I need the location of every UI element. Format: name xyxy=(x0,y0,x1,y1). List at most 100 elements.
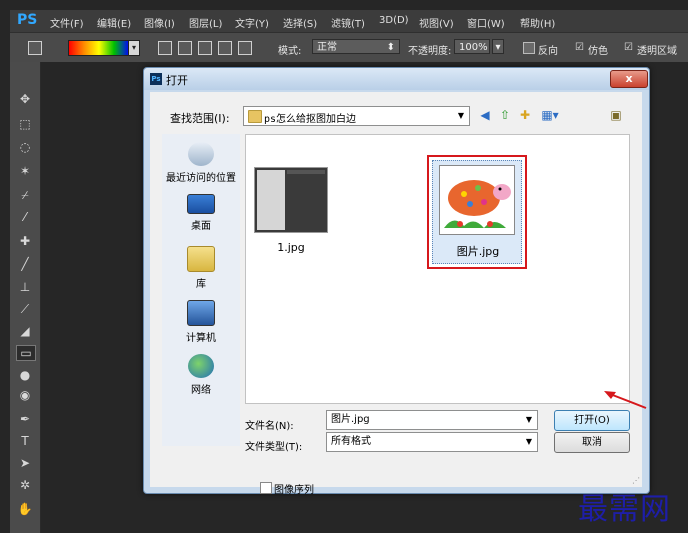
back-icon[interactable]: ◀ xyxy=(477,107,493,123)
options-bar: ▾ 模式: 正常 ⬍ 不透明度: 100% ▾ 反向 ☑ 仿色 ☑ 透明区域 xyxy=(10,32,688,64)
photoshop-logo: PS xyxy=(17,12,38,28)
place-recent[interactable]: 最近访问的位置 xyxy=(162,142,240,184)
file-thumbnail xyxy=(439,165,515,235)
dodge-tool-icon[interactable]: ◉ xyxy=(16,388,34,402)
tools-panel: ✥ ⬚ ◌ ✶ ⌿ ⁄ ✚ ╱ ⊥ ⟋ ◢ ▭ ● ◉ ✒ T ➤ ✲ ✋ xyxy=(10,62,41,533)
menu-layer[interactable]: 图层(L) xyxy=(189,15,222,30)
transparency-checkbox[interactable]: ☑ xyxy=(624,42,633,53)
filetype-value: 所有格式 xyxy=(331,436,371,447)
chevron-down-icon: ▼ xyxy=(457,111,464,120)
menu-bar: PS 文件(F) 编辑(E) 图像(I) 图层(L) 文字(Y) 选择(S) 滤… xyxy=(10,10,688,32)
menu-help[interactable]: 帮助(H) xyxy=(520,15,555,30)
up-folder-icon[interactable]: ⇧ xyxy=(497,107,513,123)
file-list: 1.jpg 图片.jpg xyxy=(245,134,630,404)
filetype-select[interactable]: 所有格式 ▼ xyxy=(326,432,538,452)
filename-value: 图片.jpg xyxy=(331,414,370,425)
mode-select[interactable]: 正常 ⬍ xyxy=(312,39,400,54)
menu-type[interactable]: 文字(Y) xyxy=(235,15,269,30)
pen-tool-icon[interactable]: ✒ xyxy=(16,412,34,426)
stamp-tool-icon[interactable]: ⊥ xyxy=(16,280,34,294)
place-desktop[interactable]: 桌面 xyxy=(162,194,240,232)
shape-tool-icon[interactable]: ✲ xyxy=(16,478,34,492)
menu-edit[interactable]: 编辑(E) xyxy=(97,15,131,30)
place-library-label: 库 xyxy=(196,279,206,290)
blur-tool-icon[interactable]: ● xyxy=(16,368,34,382)
filename-input[interactable]: 图片.jpg ▼ xyxy=(326,410,538,430)
place-recent-label: 最近访问的位置 xyxy=(166,173,236,184)
folder-icon xyxy=(248,110,262,123)
chevron-down-icon: ▼ xyxy=(525,437,532,446)
annotation-arrow-icon xyxy=(604,391,647,409)
place-computer[interactable]: 计算机 xyxy=(162,300,240,344)
reverse-checkbox[interactable] xyxy=(523,42,535,54)
file-item-1jpg[interactable]: 1.jpg xyxy=(248,159,334,269)
dialog-body: 查找范围(I): ps怎么给抠图加白边 ▼ ◀ ⇧ ✚ ▦▾ ▣ 最近访问的位置… xyxy=(150,92,642,496)
menu-file[interactable]: 文件(F) xyxy=(50,15,84,30)
selected-file-highlight[interactable]: 图片.jpg xyxy=(427,155,527,269)
path-selection-tool-icon[interactable]: ➤ xyxy=(16,456,34,470)
look-in-value: ps怎么给抠图加白边 xyxy=(264,114,357,125)
filename-label: 文件名(N): xyxy=(245,421,294,432)
menu-filter[interactable]: 滤镜(T) xyxy=(331,15,365,30)
computer-icon xyxy=(187,300,215,326)
type-tool-icon[interactable]: T xyxy=(16,434,34,448)
crop-tool-icon[interactable]: ⌿ xyxy=(16,188,34,202)
healing-brush-tool-icon[interactable]: ✚ xyxy=(16,234,34,248)
dialog-title-bar[interactable]: Ps 打开 x xyxy=(144,68,649,90)
linear-gradient-icon[interactable] xyxy=(158,41,172,55)
menu-3d[interactable]: 3D(D) xyxy=(379,15,409,26)
mode-value: 正常 xyxy=(317,42,337,53)
look-in-combo[interactable]: ps怎么给抠图加白边 ▼ xyxy=(243,106,470,126)
eyedropper-tool-icon[interactable]: ⁄ xyxy=(16,210,34,224)
history-brush-tool-icon[interactable]: ⟋ xyxy=(16,302,34,316)
menu-view[interactable]: 视图(V) xyxy=(419,15,454,30)
lasso-tool-icon[interactable]: ◌ xyxy=(16,140,34,154)
gradient-tool-icon[interactable]: ▭ xyxy=(16,345,36,361)
filetype-label: 文件类型(T): xyxy=(245,442,303,453)
file-name-label: 图片.jpg xyxy=(456,245,500,258)
look-in-label: 查找范围(I): xyxy=(170,112,230,125)
reflected-gradient-icon[interactable] xyxy=(218,41,232,55)
photoshop-places-icon[interactable]: ▣ xyxy=(608,107,624,123)
file-name-label: 1.jpg xyxy=(277,241,305,254)
image-sequence-checkbox[interactable] xyxy=(260,482,272,494)
chevron-down-icon: ▼ xyxy=(525,415,532,424)
place-network[interactable]: 网络 xyxy=(162,354,240,396)
marquee-tool-icon[interactable]: ⬚ xyxy=(16,117,34,131)
new-folder-icon[interactable]: ✚ xyxy=(517,107,533,123)
angle-gradient-icon[interactable] xyxy=(198,41,212,55)
cow-illustration-icon xyxy=(444,180,511,228)
diamond-gradient-icon[interactable] xyxy=(238,41,252,55)
transparency-label: 透明区域 xyxy=(637,46,677,57)
image-sequence-label: 图像序列 xyxy=(274,485,314,496)
magic-wand-tool-icon[interactable]: ✶ xyxy=(16,164,34,178)
gradient-dropdown-icon[interactable]: ▾ xyxy=(128,40,140,56)
opacity-input[interactable]: 100% xyxy=(454,39,490,54)
watermark: 最需网 xyxy=(578,492,671,527)
recent-places-icon xyxy=(188,142,214,166)
view-menu-icon[interactable]: ▦▾ xyxy=(537,107,563,123)
close-button[interactable]: x xyxy=(610,70,648,88)
eraser-tool-icon[interactable]: ◢ xyxy=(16,324,34,338)
thumbnail-panel xyxy=(257,170,285,230)
dither-checkbox[interactable]: ☑ xyxy=(575,42,584,53)
dialog-title: 打开 xyxy=(166,74,188,87)
place-library[interactable]: 库 xyxy=(162,246,240,290)
dither-label: 仿色 xyxy=(588,46,608,57)
file-item-picture[interactable]: 图片.jpg xyxy=(432,160,522,264)
radial-gradient-icon[interactable] xyxy=(178,41,192,55)
menu-select[interactable]: 选择(S) xyxy=(283,15,317,30)
gradient-swatch[interactable] xyxy=(68,40,130,56)
move-tool-icon[interactable]: ✥ xyxy=(16,92,34,106)
opacity-label: 不透明度: xyxy=(408,46,452,57)
menu-window[interactable]: 窗口(W) xyxy=(467,15,505,30)
photoshop-app-icon: Ps xyxy=(150,73,162,85)
tool-preset-icon[interactable] xyxy=(28,41,42,55)
library-icon xyxy=(187,246,215,272)
hand-tool-icon[interactable]: ✋ xyxy=(16,502,34,516)
file-thumbnail xyxy=(254,167,328,233)
brush-tool-icon[interactable]: ╱ xyxy=(16,257,34,271)
cancel-button[interactable]: 取消 xyxy=(554,432,630,453)
opacity-dropdown-icon[interactable]: ▾ xyxy=(492,39,504,54)
menu-image[interactable]: 图像(I) xyxy=(144,15,175,30)
